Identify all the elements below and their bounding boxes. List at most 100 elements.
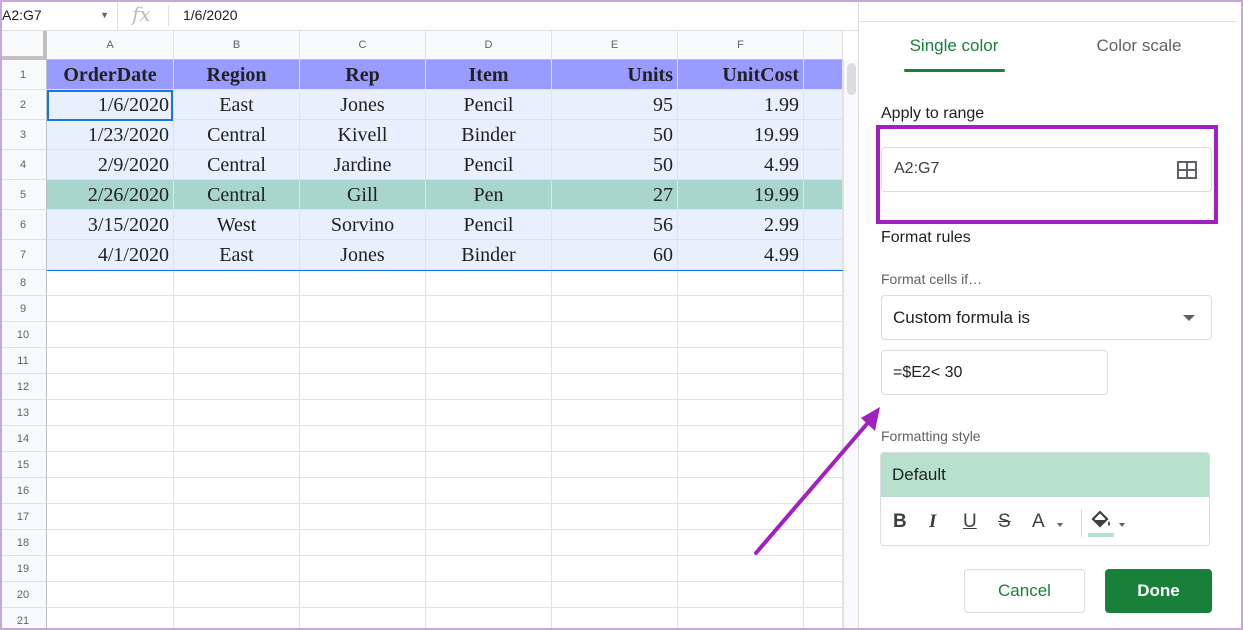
- empty-cell[interactable]: [552, 348, 678, 374]
- empty-cell[interactable]: [552, 452, 678, 478]
- empty-cell[interactable]: [426, 452, 552, 478]
- data-cell[interactable]: 2/9/2020: [47, 150, 174, 180]
- row-header-20[interactable]: 20: [0, 582, 47, 608]
- empty-cell[interactable]: [47, 322, 174, 348]
- empty-cell[interactable]: [300, 270, 426, 296]
- data-cell[interactable]: Jones: [300, 240, 426, 270]
- empty-cell[interactable]: [678, 452, 804, 478]
- formula-input[interactable]: 1/6/2020: [183, 0, 238, 30]
- data-cell[interactable]: 50: [552, 120, 678, 150]
- empty-cell[interactable]: [300, 322, 426, 348]
- empty-cell[interactable]: [552, 530, 678, 556]
- empty-cell[interactable]: [300, 556, 426, 582]
- data-cell[interactable]: Gill: [300, 180, 426, 210]
- data-cell-empty[interactable]: [804, 150, 843, 180]
- empty-cell[interactable]: [426, 556, 552, 582]
- empty-cell[interactable]: [678, 270, 804, 296]
- data-cell[interactable]: Pencil: [426, 150, 552, 180]
- empty-cell[interactable]: [47, 374, 174, 400]
- data-cell[interactable]: East: [174, 90, 300, 120]
- row-header-14[interactable]: 14: [0, 426, 47, 452]
- empty-cell[interactable]: [552, 374, 678, 400]
- empty-cell[interactable]: [552, 608, 678, 630]
- empty-cell[interactable]: [47, 296, 174, 322]
- empty-cell[interactable]: [174, 504, 300, 530]
- empty-cell[interactable]: [552, 556, 678, 582]
- data-cell-empty[interactable]: [804, 210, 843, 240]
- empty-cell[interactable]: [552, 582, 678, 608]
- empty-cell[interactable]: [300, 504, 426, 530]
- row-header-21[interactable]: 21: [0, 608, 47, 630]
- empty-cell[interactable]: [678, 322, 804, 348]
- empty-cell[interactable]: [426, 608, 552, 630]
- done-button[interactable]: Done: [1105, 569, 1212, 613]
- empty-cell[interactable]: [804, 348, 843, 374]
- empty-cell[interactable]: [552, 270, 678, 296]
- empty-cell[interactable]: [804, 530, 843, 556]
- row-header-19[interactable]: 19: [0, 556, 47, 582]
- empty-cell[interactable]: [47, 556, 174, 582]
- row-header-16[interactable]: 16: [0, 478, 47, 504]
- row-header-15[interactable]: 15: [0, 452, 47, 478]
- text-color-chevron-icon[interactable]: [1057, 523, 1063, 527]
- header-cell[interactable]: UnitCost: [678, 60, 804, 90]
- dropdown-arrow-icon[interactable]: [1183, 315, 1195, 321]
- empty-cell[interactable]: [300, 296, 426, 322]
- data-cell[interactable]: 50: [552, 150, 678, 180]
- column-header-e[interactable]: E: [552, 31, 678, 60]
- select-all-corner[interactable]: [0, 31, 47, 60]
- empty-cell[interactable]: [47, 478, 174, 504]
- data-cell[interactable]: Central: [174, 120, 300, 150]
- empty-cell[interactable]: [426, 478, 552, 504]
- row-header-5[interactable]: 5: [0, 180, 47, 210]
- row-header-4[interactable]: 4: [0, 150, 47, 180]
- row-header-2[interactable]: 2: [0, 90, 47, 120]
- data-cell[interactable]: 2.99: [678, 210, 804, 240]
- data-cell[interactable]: Kivell: [300, 120, 426, 150]
- empty-cell[interactable]: [678, 374, 804, 400]
- vertical-scrollbar[interactable]: [843, 60, 858, 630]
- column-header-a[interactable]: A: [47, 31, 174, 60]
- empty-cell[interactable]: [300, 582, 426, 608]
- empty-cell[interactable]: [47, 270, 174, 296]
- header-cell[interactable]: Units: [552, 60, 678, 90]
- empty-cell[interactable]: [552, 504, 678, 530]
- column-header-f[interactable]: F: [678, 31, 804, 60]
- cancel-button[interactable]: Cancel: [964, 569, 1085, 613]
- data-cell[interactable]: 19.99: [678, 120, 804, 150]
- chevron-down-icon[interactable]: ▼: [100, 0, 109, 30]
- empty-cell[interactable]: [552, 426, 678, 452]
- empty-cell[interactable]: [174, 296, 300, 322]
- scrollbar-thumb[interactable]: [847, 63, 856, 95]
- column-header-g[interactable]: [804, 31, 843, 60]
- empty-cell[interactable]: [804, 296, 843, 322]
- empty-cell[interactable]: [300, 400, 426, 426]
- data-cell[interactable]: Pencil: [426, 210, 552, 240]
- condition-dropdown[interactable]: Custom formula is: [881, 295, 1212, 340]
- empty-cell[interactable]: [47, 452, 174, 478]
- column-header-c[interactable]: C: [300, 31, 426, 60]
- empty-cell[interactable]: [300, 530, 426, 556]
- empty-cell[interactable]: [47, 504, 174, 530]
- empty-cell[interactable]: [300, 426, 426, 452]
- empty-cell[interactable]: [426, 426, 552, 452]
- empty-cell[interactable]: [678, 608, 804, 630]
- empty-cell[interactable]: [174, 582, 300, 608]
- italic-icon[interactable]: I: [929, 511, 936, 533]
- data-cell[interactable]: Jardine: [300, 150, 426, 180]
- row-header-18[interactable]: 18: [0, 530, 47, 556]
- empty-cell[interactable]: [678, 400, 804, 426]
- data-cell[interactable]: 4.99: [678, 150, 804, 180]
- data-cell[interactable]: 4/1/2020: [47, 240, 174, 270]
- empty-cell[interactable]: [426, 400, 552, 426]
- data-cell[interactable]: Central: [174, 180, 300, 210]
- fill-color-icon[interactable]: [1089, 509, 1113, 531]
- empty-cell[interactable]: [426, 530, 552, 556]
- empty-cell[interactable]: [174, 426, 300, 452]
- empty-cell[interactable]: [47, 348, 174, 374]
- underline-icon[interactable]: U: [963, 511, 977, 533]
- text-color-icon[interactable]: A: [1032, 511, 1045, 533]
- empty-cell[interactable]: [174, 478, 300, 504]
- empty-cell[interactable]: [174, 556, 300, 582]
- data-cell[interactable]: 56: [552, 210, 678, 240]
